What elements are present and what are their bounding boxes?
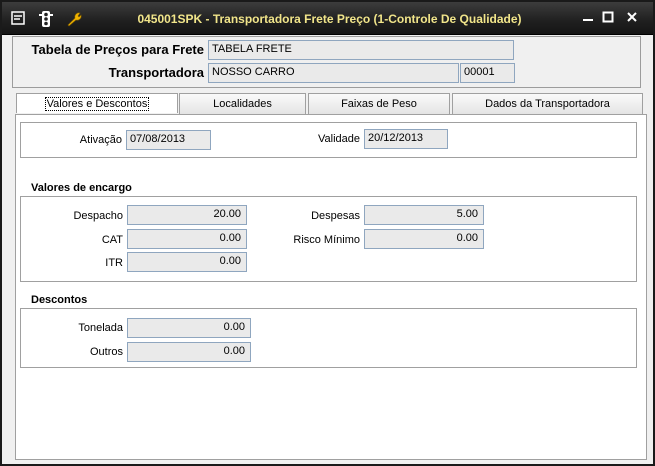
despesas-label: Despesas	[311, 210, 360, 222]
risco-minimo-label: Risco Mínimo	[293, 234, 360, 246]
transportadora-code-field[interactable]: 00001	[460, 63, 515, 83]
risco-minimo-field[interactable]: 0.00	[364, 229, 484, 249]
tab-localidades[interactable]: Localidades	[179, 93, 306, 114]
despesas-field[interactable]: 5.00	[364, 205, 484, 225]
itr-label: ITR	[105, 257, 123, 269]
minimize-button[interactable]	[580, 11, 596, 27]
maximize-button[interactable]	[600, 11, 616, 27]
descontos-title: Descontos	[31, 294, 88, 306]
ativacao-label: Ativação	[79, 134, 122, 146]
tonelada-label: Tonelada	[78, 322, 123, 334]
cat-field[interactable]: 0.00	[127, 229, 247, 249]
despacho-field[interactable]: 20.00	[127, 205, 247, 225]
traffic-light-icon[interactable]	[38, 11, 54, 27]
validade-label: Validade	[318, 133, 360, 145]
descontos-group: Tonelada 0.00 Outros 0.00	[20, 308, 637, 368]
client-area: Tabela de Preços para Frete TABELA FRETE…	[2, 36, 653, 464]
app-window: 045001SPK - Transportadora Frete Preço (…	[0, 0, 655, 466]
itr-field[interactable]: 0.00	[127, 252, 247, 272]
tab-valores-descontos[interactable]: Valores e Descontos	[16, 93, 178, 113]
transportadora-field[interactable]: NOSSO CARRO	[208, 63, 459, 83]
title-bar: 045001SPK - Transportadora Frete Preço (…	[2, 2, 653, 35]
tonelada-field[interactable]: 0.00	[127, 318, 251, 338]
encargo-title: Valores de encargo	[31, 182, 132, 194]
close-button[interactable]	[624, 11, 640, 27]
tabela-label: Tabela de Preços para Frete	[31, 42, 204, 57]
menu-icon[interactable]	[10, 11, 26, 27]
outros-field[interactable]: 0.00	[127, 342, 251, 362]
header-panel: Tabela de Preços para Frete TABELA FRETE…	[12, 36, 641, 88]
tab-bar: Valores e Descontos Localidades Faixas d…	[16, 93, 646, 114]
tab-page-valores: Ativação 07/08/2013 Validade 20/12/2013 …	[15, 114, 647, 460]
validade-field[interactable]: 20/12/2013	[364, 129, 448, 149]
ativacao-field[interactable]: 07/08/2013	[126, 130, 211, 150]
dates-group: Ativação 07/08/2013 Validade 20/12/2013	[20, 122, 637, 158]
tab-dados-transportadora[interactable]: Dados da Transportadora	[452, 93, 643, 114]
wrench-icon[interactable]	[66, 11, 82, 27]
transportadora-label: Transportadora	[108, 65, 204, 80]
tabela-field[interactable]: TABELA FRETE	[208, 40, 514, 60]
outros-label: Outros	[89, 346, 123, 358]
tab-faixas-peso[interactable]: Faixas de Peso	[308, 93, 450, 114]
despacho-label: Despacho	[73, 210, 123, 222]
encargo-group: Despacho 20.00 Despesas 5.00 CAT 0.00 Ri…	[20, 196, 637, 282]
cat-label: CAT	[101, 234, 123, 246]
window-title: 045001SPK - Transportadora Frete Preço (…	[137, 12, 522, 26]
